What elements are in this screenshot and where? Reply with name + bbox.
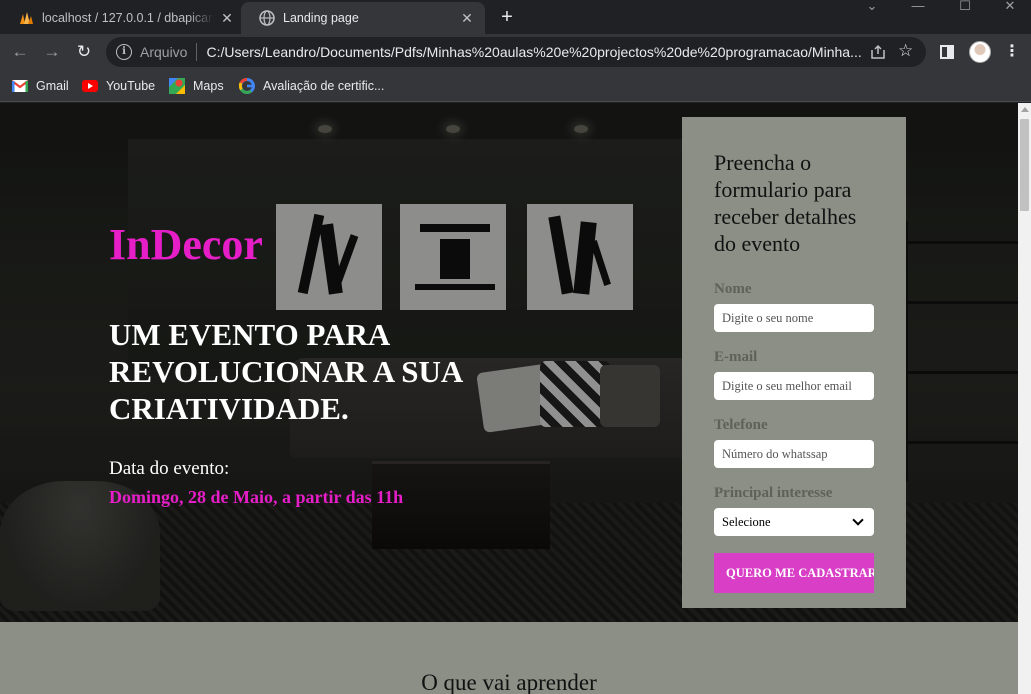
bookmark-avaliacao[interactable]: Avaliação de certific... [239,76,384,96]
close-tab-icon[interactable]: ✕ [459,10,475,26]
bookmark-label: Avaliação de certific... [263,79,385,93]
globe-icon [259,10,275,26]
interest-label: Principal interesse [714,485,833,501]
scheme-label: Arquivo [140,44,188,60]
tab-strip: localhost / 127.0.0.1 / dbapicarros ✕ La… [0,0,1031,34]
close-tab-icon[interactable]: ✕ [219,10,235,26]
bookmark-label: YouTube [106,79,156,93]
bookmark-star-icon[interactable]: ☆ [898,41,916,61]
side-panel-icon[interactable] [940,45,954,59]
address-bar[interactable]: i Arquivo C:/Users/Leandro/Documents/Pdf… [106,37,926,67]
submit-button[interactable]: QUERO ME CADASTRAR [714,553,874,593]
learn-section: O que vai aprender [0,622,1018,694]
tab-landing-page[interactable]: Landing page ✕ [241,2,485,34]
tab-phpmyadmin[interactable]: localhost / 127.0.0.1 / dbapicarros ✕ [0,2,245,34]
phone-label: Telefone [714,417,768,433]
youtube-icon [82,78,98,94]
reload-icon[interactable]: ↻ [72,40,96,64]
minimize-icon[interactable]: — [898,0,938,14]
back-icon[interactable]: ← [8,40,32,64]
page-scrollbar[interactable] [1018,103,1031,694]
tab-search-icon[interactable]: ⌄ [852,0,892,14]
site-info-icon[interactable]: i [116,44,132,60]
event-date-value: Domingo, 28 de Maio, a partir das 11h [109,487,404,507]
form-title: Preencha o formulario para receber detal… [714,150,857,256]
bookmark-gmail[interactable]: Gmail [12,76,69,96]
event-date-label: Data do evento: [109,458,230,479]
scroll-up-arrow-icon[interactable] [1021,107,1029,112]
page-viewport: InDecor UM EVENTO PARA REVOLUCIONAR A SU… [0,103,1018,694]
url-text[interactable]: C:/Users/Leandro/Documents/Pdfs/Minhas%2… [206,44,866,60]
profile-avatar[interactable] [969,41,991,63]
scrollbar-thumb[interactable] [1020,119,1029,211]
close-window-icon[interactable]: ✕ [990,0,1030,14]
maps-icon [169,78,185,94]
bookmarks-bar: Gmail YouTube Maps Avaliação de certific… [0,70,1031,102]
signup-form: Preencha o formulario para receber detal… [682,117,906,608]
email-input[interactable]: Digite o seu melhor email [714,372,874,400]
name-placeholder: Digite o seu nome [722,310,814,325]
menu-kebab-icon[interactable]: ⋮ [1004,41,1020,63]
maximize-icon[interactable]: ☐ [945,0,985,14]
brand-logo: InDecor [109,220,263,269]
bookmark-label: Gmail [36,79,69,93]
gmail-icon [12,78,28,94]
interest-select[interactable]: Selecione [714,508,874,536]
tab-title: Landing page [283,11,359,25]
name-label: Nome [714,281,752,297]
email-placeholder: Digite o seu melhor email [722,378,852,393]
divider [196,43,198,61]
phpmyadmin-icon [18,10,34,26]
hero-section: InDecor UM EVENTO PARA REVOLUCIONAR A SU… [0,103,1018,622]
phone-input[interactable]: Número do whatssap [714,440,874,468]
hero-headline: UM EVENTO PARA REVOLUCIONAR A SUA CRIATI… [109,317,462,426]
new-tab-button[interactable]: + [495,6,519,30]
google-icon [239,78,255,94]
bookmark-maps[interactable]: Maps [169,76,224,96]
interest-selected: Selecione [722,514,771,529]
forward-icon[interactable]: → [40,40,64,64]
name-input[interactable]: Digite o seu nome [714,304,874,332]
learn-section-title: O que vai aprender [421,670,597,694]
tab-title: localhost / 127.0.0.1 / dbapicarros [42,11,214,25]
share-icon[interactable] [870,44,886,60]
browser-toolbar: ← → ↻ i Arquivo C:/Users/Leandro/Documen… [0,34,1031,70]
bookmark-label: Maps [193,79,224,93]
phone-placeholder: Número do whatssap [722,446,828,461]
chevron-down-icon [852,514,864,526]
bookmark-youtube[interactable]: YouTube [82,76,155,96]
email-label: E-mail [714,349,758,365]
